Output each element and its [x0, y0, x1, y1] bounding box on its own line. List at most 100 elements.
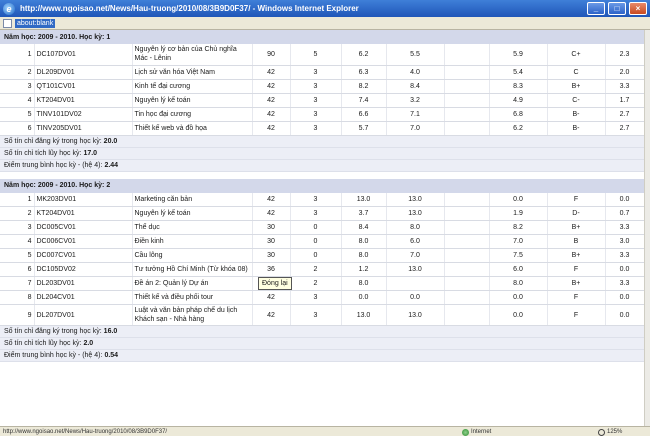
course-name: Thiết kế web và đồ họa — [132, 121, 253, 136]
periods: 30 — [252, 234, 291, 249]
course-name: Luật và văn bản pháp chế du lịch Khách s… — [132, 304, 253, 326]
grade-point: 0.0 — [605, 262, 644, 277]
score-1: 8.4 — [341, 220, 387, 235]
grade-point: 3.3 — [605, 220, 644, 235]
grade-point: 3.0 — [605, 234, 644, 249]
credits: 3 — [290, 304, 342, 326]
vertical-scrollbar[interactable] — [644, 30, 650, 426]
course-code: KT204DV01 — [34, 93, 133, 108]
final-score: 0.0 — [489, 290, 548, 305]
course-name: Thể dục — [132, 220, 253, 235]
score-1: 1.2 — [341, 262, 387, 277]
course-name: Tư tưởng Hồ Chí Minh (Từ khóa 08) — [132, 262, 253, 277]
letter-grade: F — [547, 304, 606, 326]
course-code: DC006CV01 — [34, 234, 133, 249]
summary-label: Số tín chỉ tích lũy học kỳ: — [4, 340, 82, 347]
row-number: 4 — [0, 234, 35, 249]
row-number: 9 — [0, 304, 35, 326]
score-1: 8.0 — [341, 234, 387, 249]
row-number: 1 — [0, 44, 35, 66]
row-number: 1 — [0, 192, 35, 207]
summary-value: 2.0 — [83, 340, 94, 347]
table-row: 2 DL209DV01 Lịch sử văn hóa Việt Nam 42 3 6.3… — [0, 65, 644, 80]
row-number: 8 — [0, 290, 35, 305]
grade-point: 3.3 — [605, 79, 644, 94]
score-2: 13.0 — [386, 192, 445, 207]
periods: 90 — [252, 44, 291, 66]
course-code: QT101CV01 — [34, 79, 133, 94]
score-1: 13.0 — [341, 192, 387, 207]
course-name: Cầu lông — [132, 248, 253, 263]
tooltip: Đóng lại — [258, 277, 292, 290]
score-3 — [444, 276, 490, 291]
periods: 42 — [252, 206, 291, 221]
table-row: 1 MK203DV01 Marketing căn bản 42 3 13.0 13.0 0.… — [0, 192, 644, 207]
course-code: DL203DV01 — [34, 276, 133, 291]
credits: 3 — [290, 121, 342, 136]
security-zone: Internet — [462, 427, 491, 436]
score-3 — [444, 79, 490, 94]
window-title: http://www.ngoisao.net/News/Hau-truong/2… — [20, 4, 359, 13]
zoom-icon — [598, 428, 605, 436]
row-number: 3 — [0, 220, 35, 235]
row-number: 5 — [0, 107, 35, 122]
close-button[interactable]: × — [629, 2, 647, 15]
window-titlebar: e http://www.ngoisao.net/News/Hau-truong… — [0, 0, 650, 17]
periods: 30 — [252, 248, 291, 263]
semester-summary-line: Điểm trung bình học kỳ - (hệ 4): 0.54 — [0, 350, 644, 362]
table-row: 9 DL207DV01 Luật và văn bản pháp chế du lị… — [0, 304, 644, 326]
semester-summary-line: Số tín chỉ đăng ký trong học kỳ: 20.0 — [0, 135, 644, 148]
page-icon — [3, 18, 12, 28]
course-code: DL207DV01 — [34, 304, 133, 326]
row-number: 5 — [0, 248, 35, 263]
grade-point: 0.0 — [605, 290, 644, 305]
score-1: 7.4 — [341, 93, 387, 108]
score-2: 4.0 — [386, 65, 445, 80]
credits: 2 — [290, 262, 342, 277]
grade-point: 2.7 — [605, 107, 644, 122]
minimize-button[interactable]: _ — [587, 2, 605, 15]
grade-point: 3.3 — [605, 276, 644, 291]
zoom-control[interactable]: 125% — [598, 427, 622, 436]
semester-header: Năm học: 2009 - 2010. Học kỳ: 2 — [0, 178, 644, 193]
letter-grade: F — [547, 262, 606, 277]
credits: 3 — [290, 192, 342, 207]
credits: 3 — [290, 65, 342, 80]
final-score: 5.9 — [489, 44, 548, 66]
window-controls: _ □ × — [587, 2, 647, 15]
letter-grade: B+ — [547, 248, 606, 263]
course-code: DL204CV01 — [34, 290, 133, 305]
final-score: 6.2 — [489, 121, 548, 136]
letter-grade: B- — [547, 107, 606, 122]
table-row: 4 KT204DV01 Nguyên lý kế toán 42 3 7.4 3.2 4.9 C… — [0, 93, 644, 108]
course-name: Marketing căn bản — [132, 192, 253, 207]
final-score: 8.3 — [489, 79, 548, 94]
semester-summary-line: Điểm trung bình học kỳ - (hệ 4): 2.44 — [0, 159, 644, 172]
periods: 30 — [252, 220, 291, 235]
course-code: DC105DV02 — [34, 262, 133, 277]
table-row: 6 TINV205DV01 Thiết kế web và đồ họa 42 3 5.7… — [0, 121, 644, 136]
score-3 — [444, 220, 490, 235]
semester-summary-line: Số tín chỉ tích lũy học kỳ: 17.0 — [0, 147, 644, 160]
grade-point: 1.7 — [605, 93, 644, 108]
maximize-button[interactable]: □ — [608, 2, 626, 15]
course-code: TINV101DV02 — [34, 107, 133, 122]
periods: 42 — [252, 290, 291, 305]
summary-label: Điểm trung bình học kỳ - (hệ 4): — [4, 161, 103, 169]
course-code: TINV205DV01 — [34, 121, 133, 136]
table-row: 2 KT204DV01 Nguyên lý kế toán 42 3 3.7 13.0 1.9… — [0, 206, 644, 221]
final-score: 5.4 — [489, 65, 548, 80]
row-number: 4 — [0, 93, 35, 108]
periods: 42 — [252, 121, 291, 136]
credits: 3 — [290, 290, 342, 305]
score-3 — [444, 262, 490, 277]
row-number: 2 — [0, 206, 35, 221]
grade-point: 2.0 — [605, 65, 644, 80]
grade-point: 3.3 — [605, 248, 644, 263]
internet-explorer-icon: e — [3, 2, 15, 15]
address-input[interactable]: about:blank — [15, 18, 56, 28]
page-content: Năm học: 2009 - 2010. Học kỳ: 1 1 DC107DV0… — [0, 30, 644, 426]
score-2: 8.4 — [386, 79, 445, 94]
score-1: 8.2 — [341, 79, 387, 94]
summary-label: Điểm trung bình học kỳ - (hệ 4): — [4, 352, 103, 359]
